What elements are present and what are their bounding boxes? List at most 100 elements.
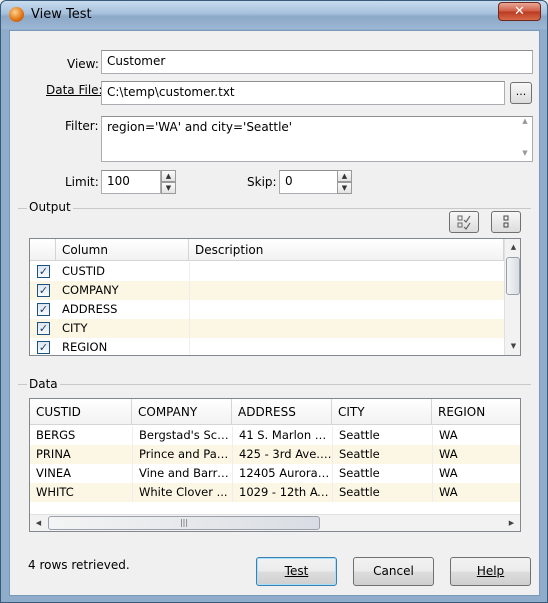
data-cell-company: Bergstad's Sca... xyxy=(132,426,232,445)
output-row-description[interactable] xyxy=(189,319,504,338)
filter-scroll-up-icon[interactable]: ▲ xyxy=(518,117,532,129)
output-row[interactable]: ✓ CITY xyxy=(30,319,504,338)
output-row[interactable]: ✓ CUSTID xyxy=(30,262,504,281)
output-row[interactable]: ✓ COMPANY xyxy=(30,281,504,300)
data-cell-address: 1029 - 12th Av... xyxy=(232,483,332,502)
data-row[interactable]: PRINA Prince and Pau... 425 - 3rd Ave. .… xyxy=(30,445,520,464)
browse-button[interactable]: ... xyxy=(510,82,532,104)
cancel-button[interactable]: Cancel xyxy=(353,557,434,586)
data-group-line xyxy=(18,384,531,385)
datafile-field[interactable]: C:\temp\customer.txt xyxy=(101,81,505,105)
data-cell-company: Prince and Pau... xyxy=(132,445,232,464)
data-header-region[interactable]: REGION xyxy=(432,399,520,425)
view-field[interactable]: Customer xyxy=(101,50,533,74)
view-label: View: xyxy=(67,57,99,71)
filter-label: Filter: xyxy=(65,119,99,133)
output-scroll-down-icon[interactable]: ▼ xyxy=(505,338,520,355)
output-header-description[interactable]: Description xyxy=(189,239,504,261)
data-header-company[interactable]: COMPANY xyxy=(132,399,232,425)
window-title: View Test xyxy=(31,7,92,22)
skip-up-icon[interactable]: ▲ xyxy=(337,170,352,182)
output-row-column: CITY xyxy=(62,321,88,335)
data-cell-custid: PRINA xyxy=(36,447,71,461)
output-row-column: CUSTID xyxy=(62,264,106,278)
output-row[interactable]: ✓ REGION xyxy=(30,338,504,355)
data-cell-custid: VINEA xyxy=(36,466,71,480)
data-cell-company: White Clover ... xyxy=(132,483,232,502)
column-options-button[interactable] xyxy=(491,211,521,233)
limit-up-icon[interactable]: ▲ xyxy=(161,170,176,182)
data-cell-company: Vine and Barrel... xyxy=(132,464,232,483)
output-group-line xyxy=(18,208,531,209)
data-cell-address: 12405 Aurora ... xyxy=(232,464,332,483)
data-cell-address: 41 S. Marlon St... xyxy=(232,426,332,445)
data-scroll-right-icon[interactable]: ▶ xyxy=(503,515,520,531)
output-table: Column Description ✓ CUSTID ✓ COMPANY ✓ … xyxy=(29,238,521,356)
status-text: 4 rows retrieved. xyxy=(28,558,130,572)
dialog-body: View: Customer Data File: C:\temp\custom… xyxy=(9,30,540,596)
data-cell-city: Seattle xyxy=(332,464,432,483)
data-cell-region: WA xyxy=(432,483,520,502)
data-cell-custid: WHITC xyxy=(36,485,74,499)
output-row-checkbox[interactable]: ✓ xyxy=(37,303,50,316)
data-cell-city: Seattle xyxy=(332,483,432,502)
data-header-custid[interactable]: CUSTID xyxy=(30,399,132,425)
output-row-column: ADDRESS xyxy=(62,302,118,316)
data-cell-address: 425 - 3rd Ave. ... xyxy=(232,445,332,464)
data-cell-custid: BERGS xyxy=(36,428,76,442)
data-cell-city: Seattle xyxy=(332,426,432,445)
close-button[interactable]: ✕ xyxy=(498,2,541,21)
data-cell-city: Seattle xyxy=(332,445,432,464)
data-cell-region: WA xyxy=(432,426,520,445)
output-row-checkbox[interactable]: ✓ xyxy=(37,322,50,335)
data-header-address[interactable]: ADDRESS xyxy=(232,399,332,425)
output-row-checkbox[interactable]: ✓ xyxy=(37,341,50,354)
data-horizontal-scrollbar[interactable]: ◀ ||| ▶ xyxy=(30,514,520,531)
help-button[interactable]: Help xyxy=(450,557,531,586)
skip-field[interactable]: 0 xyxy=(279,170,338,194)
filter-scrollbar[interactable]: ▲ ▼ xyxy=(518,117,532,161)
output-row-description[interactable] xyxy=(189,300,504,319)
test-button[interactable]: Test xyxy=(256,557,337,586)
data-header-city[interactable]: CITY xyxy=(332,399,432,425)
data-cell-region: WA xyxy=(432,445,520,464)
data-scroll-left-icon[interactable]: ◀ xyxy=(30,515,47,531)
output-scroll-up-icon[interactable]: ▲ xyxy=(505,239,520,256)
dialog-window: View Test ✕ View: Customer Data File: C:… xyxy=(0,0,548,603)
output-scroll-thumb[interactable] xyxy=(506,257,520,295)
limit-label: Limit: xyxy=(65,175,99,189)
datafile-label: Data File: xyxy=(46,83,103,97)
output-row-checkbox[interactable]: ✓ xyxy=(37,265,50,278)
limit-spinner[interactable]: ▲ ▼ xyxy=(161,170,176,194)
data-row[interactable]: BERGS Bergstad's Sca... 41 S. Marlon St.… xyxy=(30,426,520,445)
output-vertical-scrollbar[interactable]: ▲ ▼ xyxy=(504,239,520,355)
columns-icon xyxy=(503,215,509,228)
title-bar[interactable]: View Test ✕ xyxy=(1,1,547,29)
output-row-description[interactable] xyxy=(189,281,504,300)
output-row[interactable]: ✓ ADDRESS xyxy=(30,300,504,319)
data-group-title: Data xyxy=(27,377,60,391)
help-button-label: Help xyxy=(476,564,505,578)
checklist-icon xyxy=(457,215,471,230)
output-row-description[interactable] xyxy=(189,338,504,355)
data-row[interactable]: VINEA Vine and Barrel... 12405 Aurora ..… xyxy=(30,464,520,483)
filter-textarea[interactable]: region='WA' and city='Seattle' xyxy=(101,116,533,162)
skip-spinner[interactable]: ▲ ▼ xyxy=(337,170,352,194)
cancel-button-label: Cancel xyxy=(373,564,414,578)
limit-field[interactable]: 100 xyxy=(101,170,161,194)
output-row-checkbox[interactable]: ✓ xyxy=(37,284,50,297)
app-icon xyxy=(9,7,24,22)
output-header-column[interactable]: Column xyxy=(56,239,189,261)
skip-label: Skip: xyxy=(247,175,277,189)
output-row-column: COMPANY xyxy=(62,283,119,297)
data-cell-region: WA xyxy=(432,464,520,483)
skip-down-icon[interactable]: ▼ xyxy=(337,182,352,194)
check-all-button[interactable] xyxy=(449,211,479,233)
output-row-column: REGION xyxy=(62,340,108,354)
limit-down-icon[interactable]: ▼ xyxy=(161,182,176,194)
data-scroll-thumb[interactable]: ||| xyxy=(48,516,320,530)
output-row-description[interactable] xyxy=(189,262,504,281)
data-table: CUSTID COMPANY ADDRESS CITY REGION BERGS… xyxy=(29,398,521,532)
data-row[interactable]: WHITC White Clover ... 1029 - 12th Av...… xyxy=(30,483,520,502)
filter-scroll-down-icon[interactable]: ▼ xyxy=(518,149,532,161)
